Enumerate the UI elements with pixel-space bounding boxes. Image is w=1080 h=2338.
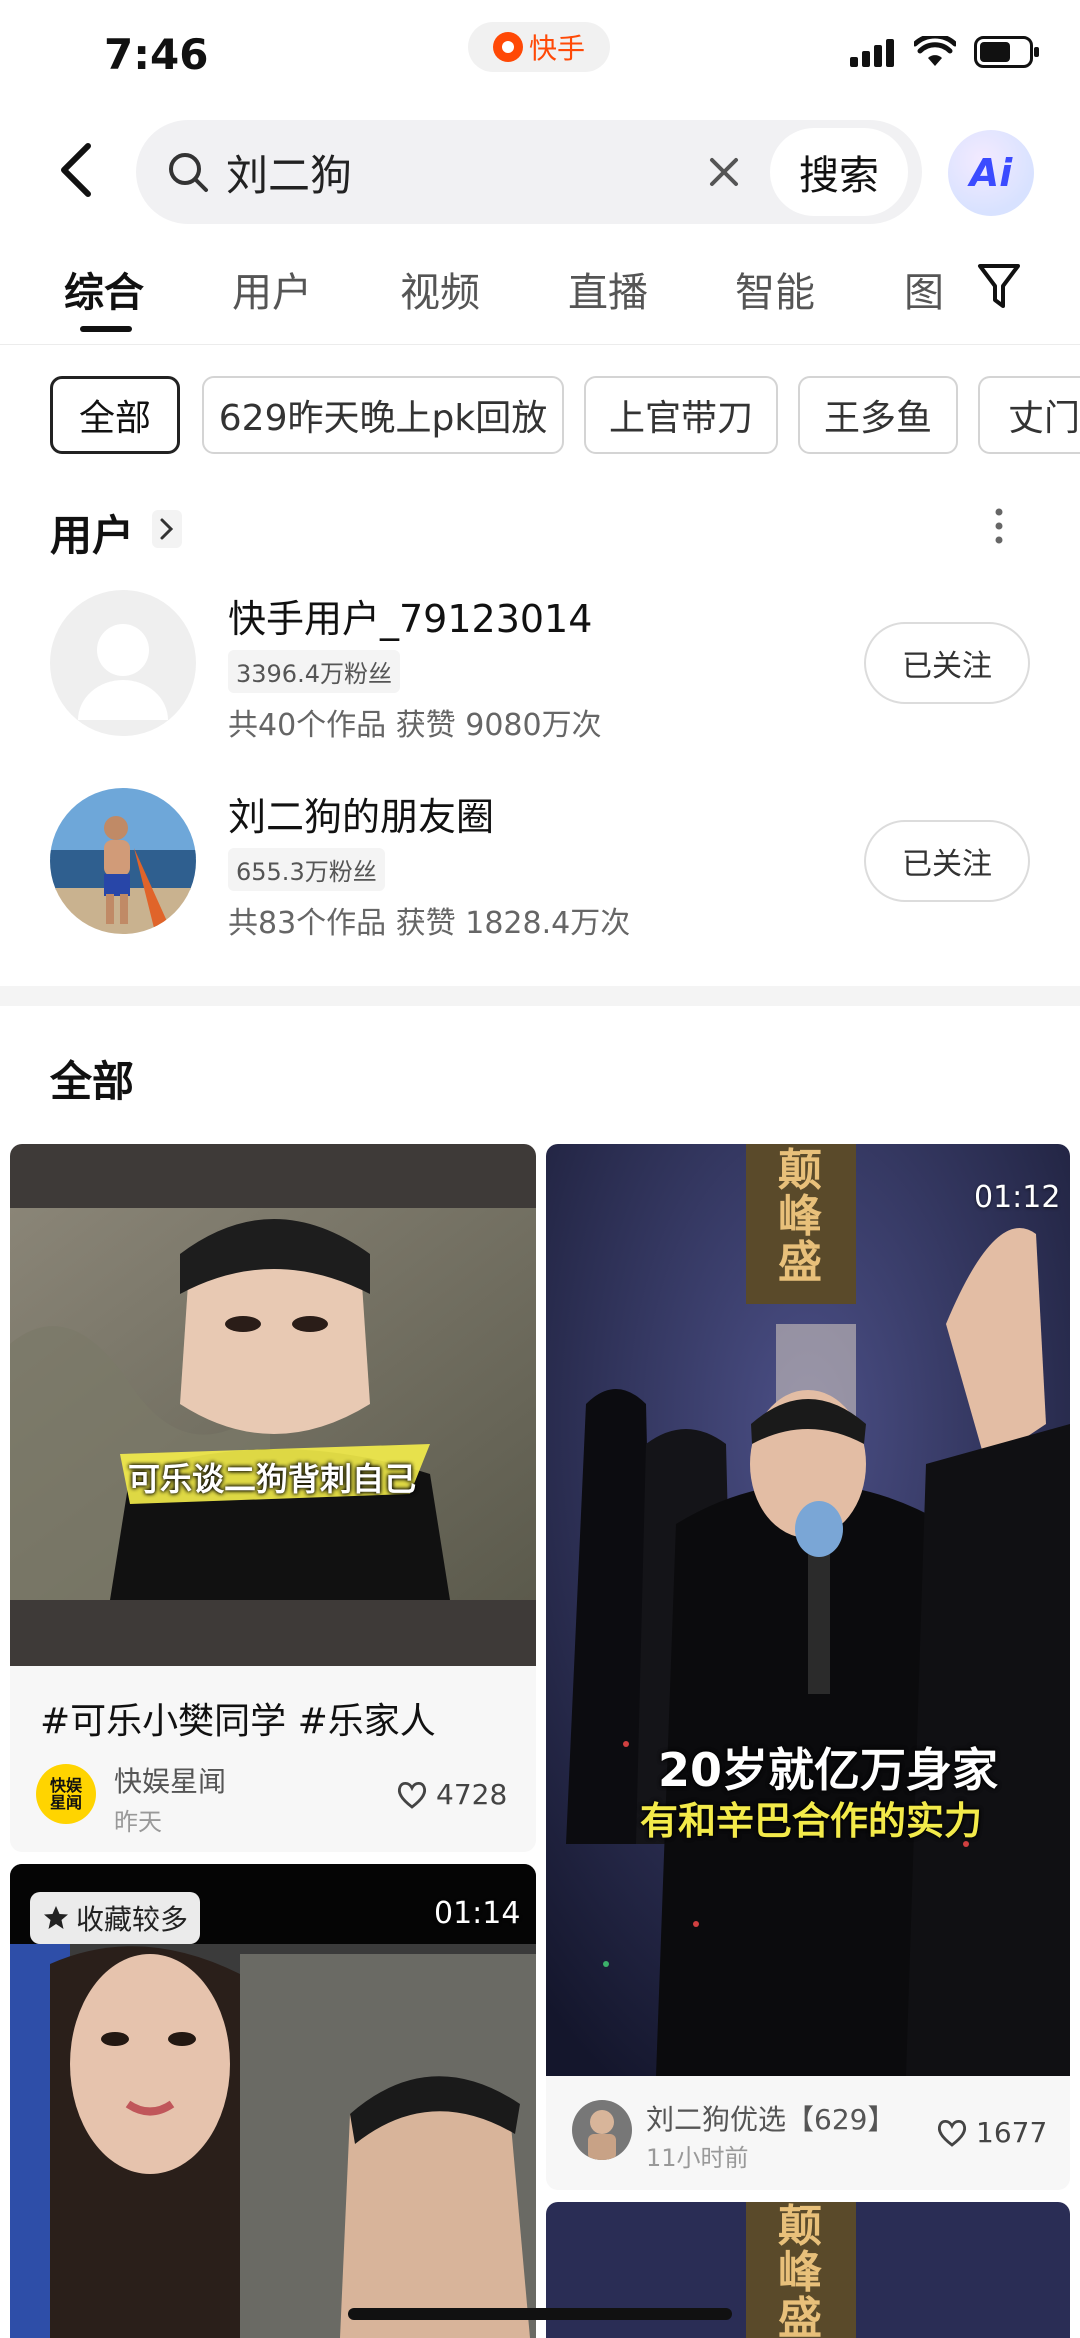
video-card[interactable]: 01:12 颠峰盛 20岁就亿万身家 有和辛巴合作的实力 刘二狗优选【629】 … [546,1144,1070,2190]
most-collected-badge: 收藏较多 [30,1892,201,1944]
search-icon [169,153,208,192]
home-indicator[interactable] [348,2308,732,2320]
clear-search-icon[interactable] [700,148,748,196]
followed-button[interactable]: 已关注 [864,820,1030,902]
chip-suggestion[interactable]: 王多鱼 [798,376,958,454]
search-button[interactable]: 搜索 [770,128,908,216]
active-tab-indicator [80,326,132,332]
like-counter[interactable]: 4728 [396,1778,507,1811]
user-name[interactable]: 快手用户_79123014 [228,588,592,643]
author-name[interactable]: 快娱星闻 [114,1760,226,1800]
chip-suggestion[interactable]: 丈门 [978,376,1080,454]
video-duration: 01:12 [974,1180,1061,1215]
status-icons [850,36,1040,68]
stage-sign-text: 颠峰盛 [778,1145,822,1288]
status-time: 7:46 [104,30,209,79]
like-count: 1677 [976,2116,1048,2149]
chevron-right-icon[interactable] [152,510,182,548]
tab-divider [0,344,1080,345]
avatar-photo [50,788,196,934]
tab-images[interactable]: 图 [904,260,944,318]
section-separator [0,986,1080,1006]
tab-smart[interactable]: 智能 [735,260,815,318]
filter-icon[interactable] [976,262,1022,312]
star-icon [44,1906,68,1929]
chip-all[interactable]: 全部 [50,376,180,454]
post-time: 昨天 [114,1808,162,1836]
fans-count: 655.3万粉丝 [228,848,385,891]
video-duration: 01:14 [434,1896,521,1931]
user-stats: 共83个作品 获赞 1828.4万次 [228,906,631,941]
search-input[interactable]: 刘二狗 [226,142,352,203]
ai-assistant-button[interactable]: Ai [948,130,1034,216]
video-card[interactable]: 收藏较多 01:14 [10,1864,536,2338]
video-thumbnail [10,1144,536,1666]
more-options-icon[interactable] [994,506,1004,546]
kuaishou-logo-icon [492,32,523,62]
back-arrow-icon[interactable] [52,140,102,200]
author-avatar[interactable]: 快娱星闻 [36,1764,96,1824]
fans-count: 3396.4万粉丝 [228,650,400,693]
battery-icon [974,36,1039,68]
user-stats: 共40个作品 获赞 9080万次 [228,708,602,743]
heart-icon [397,1781,427,1809]
author-avatar-photo [572,2100,632,2160]
like-counter[interactable]: 1677 [936,2116,1047,2149]
video-overlay-caption: 可乐谈二狗背刺自己 [128,1460,417,1498]
all-section-title: 全部 [50,1057,135,1106]
followed-button[interactable]: 已关注 [864,622,1030,704]
tab-users[interactable]: 用户 [232,260,312,318]
heart-icon [937,2119,967,2147]
post-time: 11小时前 [646,2144,749,2172]
video-overlay-caption: 有和辛巴合作的实力 [640,1799,983,1843]
cellular-signal-icon [850,39,894,67]
user-name[interactable]: 刘二狗的朋友圈 [228,786,494,841]
avatar[interactable] [50,788,196,934]
author-avatar[interactable] [572,2100,632,2160]
app-source-pill[interactable]: 快手 [468,22,610,72]
video-card[interactable]: 可乐谈二狗背刺自己 #可乐小樊同学 #乐家人 快娱星闻 快娱星闻 昨天 4728 [10,1144,536,1852]
users-section-title[interactable]: 用户 [50,502,134,563]
author-name[interactable]: 刘二狗优选【629】 [646,2098,895,2138]
tab-comprehensive[interactable]: 综合 [64,260,144,318]
tab-videos[interactable]: 视频 [400,260,480,318]
stage-sign-text: 颠峰盛 [778,2202,822,2338]
like-count: 4728 [436,1778,508,1811]
video-title: #可乐小樊同学 #乐家人 [40,1701,436,1742]
default-avatar-icon [78,624,168,720]
app-name: 快手 [528,32,585,65]
author-avatar-text: 快娱星闻 [49,1776,82,1812]
badge-label: 收藏较多 [76,1903,189,1936]
chip-suggestion[interactable]: 629昨天晚上pk回放 [202,376,564,454]
chip-suggestion[interactable]: 上官带刀 [584,376,778,454]
wifi-icon [914,36,956,66]
tab-live[interactable]: 直播 [568,260,648,318]
avatar[interactable] [50,590,196,736]
